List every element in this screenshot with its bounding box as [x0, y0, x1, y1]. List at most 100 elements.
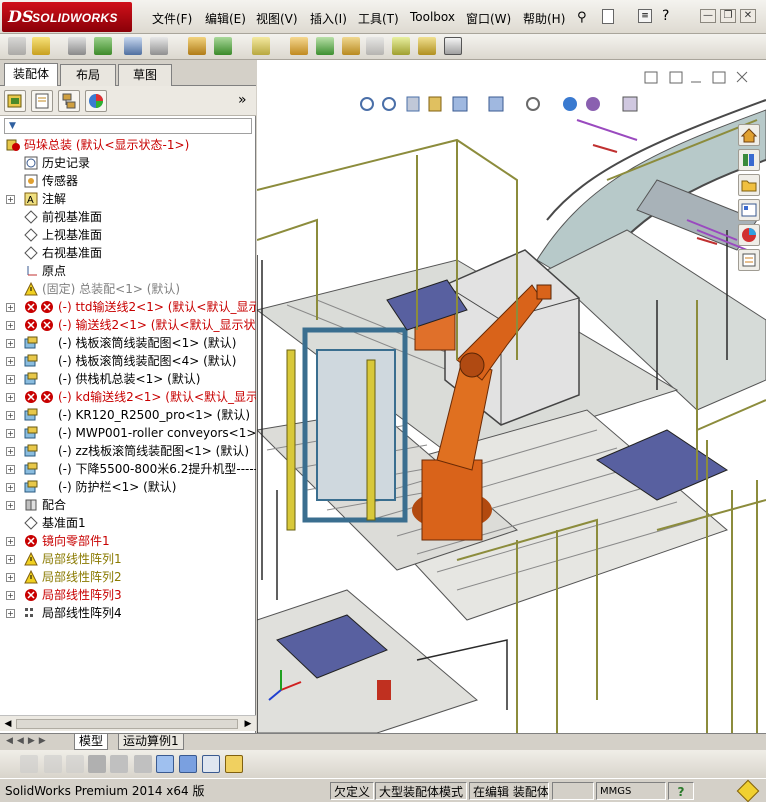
expand-toggle-icon[interactable]: +	[6, 357, 15, 366]
feature-tree-icon[interactable]	[4, 90, 26, 112]
tab-assembly[interactable]: 装配体	[4, 63, 58, 87]
scroll-left-button[interactable]: ◀	[2, 718, 14, 730]
status-units[interactable]: MMGS	[596, 782, 666, 800]
toolbar-icon-4[interactable]	[88, 755, 106, 773]
heads-up-toolbar[interactable]	[360, 96, 638, 112]
tree-item[interactable]: + 局部线性阵列1	[0, 550, 256, 568]
tree-item[interactable]: + 局部线性阵列4	[0, 604, 256, 622]
appearances-icon[interactable]	[738, 224, 760, 246]
tree-item[interactable]: + (-) 输送线2<1> (默认<默认_显示状	[0, 316, 256, 334]
tree-item[interactable]: + 局部线性阵列2	[0, 568, 256, 586]
bill-of-materials-icon[interactable]	[316, 37, 334, 55]
tree-item[interactable]: + (-) MWP001-roller conveyors<1> (默认	[0, 424, 256, 442]
expand-toggle-icon[interactable]: +	[6, 465, 15, 474]
scroll-right-button[interactable]: ▶	[242, 718, 254, 730]
tab-model[interactable]: 模型	[74, 734, 109, 750]
configuration-manager-icon[interactable]	[58, 90, 80, 112]
design-library-icon[interactable]	[738, 149, 760, 171]
expand-toggle-icon[interactable]: +	[6, 447, 15, 456]
expand-toggle-icon[interactable]: +	[6, 483, 15, 492]
tree-item[interactable]: 传感器	[0, 172, 256, 190]
tree-item[interactable]: 码垛总装 (默认<显示状态-1>)	[0, 136, 256, 154]
solidworks-resources-icon[interactable]	[738, 124, 760, 146]
expand-toggle-icon[interactable]: +	[6, 393, 15, 402]
tree-item[interactable]: + (-) 供栈机总装<1> (默认)	[0, 370, 256, 388]
tree-item[interactable]: + (-) zz栈板滚筒线装配图<1> (默认)	[0, 442, 256, 460]
tree-item[interactable]: + (-) 栈板滚筒线装配图<1> (默认)	[0, 334, 256, 352]
menu-file[interactable]: 文件(F)	[152, 10, 192, 27]
smart-fasteners-icon[interactable]	[124, 37, 142, 55]
expand-toggle-icon[interactable]: +	[6, 375, 15, 384]
reference-geometry-icon[interactable]	[252, 37, 270, 55]
interference-detection-icon[interactable]	[392, 37, 410, 55]
menu-toolbox[interactable]: Toolbox	[410, 10, 455, 24]
tree-item[interactable]: + A 注解	[0, 190, 256, 208]
expand-toggle-icon[interactable]: +	[6, 429, 15, 438]
file-explorer-icon[interactable]	[738, 174, 760, 196]
tree-item[interactable]: + (-) KR120_R2500_pro<1> (默认)	[0, 406, 256, 424]
expand-toggle-icon[interactable]: +	[6, 411, 15, 420]
menu-tools[interactable]: 工具(T)	[358, 10, 399, 27]
toolbar-icon-9[interactable]	[202, 755, 220, 773]
insert-component-icon[interactable]	[32, 37, 50, 55]
tree-item[interactable]: + (-) 下降5500-800米6.2提升机型-------	[0, 460, 256, 478]
toolbar-icon-2[interactable]	[44, 755, 62, 773]
status-tag-icon[interactable]	[736, 779, 760, 802]
tree-item[interactable]: + (-) ttd输送线2<1> (默认<默认_显示	[0, 298, 256, 316]
new-motion-study-icon[interactable]	[290, 37, 308, 55]
expand-toggle-icon[interactable]: +	[6, 303, 15, 312]
show-hidden-icon[interactable]	[188, 37, 206, 55]
tree-item[interactable]: + 局部线性阵列3	[0, 586, 256, 604]
expand-toggle-icon[interactable]: +	[6, 321, 15, 330]
tree-item[interactable]: + (-) 栈板滚筒线装配图<4> (默认)	[0, 352, 256, 370]
menu-help[interactable]: 帮助(H)	[523, 10, 565, 27]
menu-insert[interactable]: 插入(I)	[310, 10, 347, 27]
toolbar-icon-10[interactable]	[225, 755, 243, 773]
move-component-icon[interactable]	[150, 37, 168, 55]
tree-item[interactable]: 右视基准面	[0, 244, 256, 262]
expand-toggle-icon[interactable]: +	[6, 537, 15, 546]
clearance-verification-icon[interactable]	[418, 37, 436, 55]
tree-item[interactable]: + (-) kd输送线2<1> (默认<默认_显示	[0, 388, 256, 406]
menu-window[interactable]: 窗口(W)	[466, 10, 511, 27]
assembly-icon[interactable]	[8, 37, 26, 55]
custom-properties-icon[interactable]	[738, 249, 760, 271]
toolbar-icon-5[interactable]	[110, 755, 128, 773]
toolbar-icon-6[interactable]	[134, 755, 152, 773]
feature-filter-input[interactable]: ▼	[4, 118, 252, 134]
tab-motion-study-1[interactable]: 运动算例1	[118, 734, 184, 750]
toolbar-icon-7[interactable]	[156, 755, 174, 773]
explode-line-sketch-icon[interactable]	[366, 37, 384, 55]
display-manager-icon[interactable]	[85, 90, 107, 112]
menu-edit[interactable]: 编辑(E)	[205, 10, 246, 27]
property-manager-icon[interactable]	[31, 90, 53, 112]
tree-item[interactable]: (固定) 总装配<1> (默认)	[0, 280, 256, 298]
tree-item[interactable]: 原点	[0, 262, 256, 280]
status-help-icon[interactable]: ?	[668, 782, 694, 800]
pin-icon[interactable]: ⚲	[577, 10, 587, 25]
scroll-thumb[interactable]	[16, 719, 238, 729]
assembly-features-icon[interactable]	[214, 37, 232, 55]
expand-toggle-icon[interactable]: +	[6, 591, 15, 600]
tree-item[interactable]: + 镜向零部件1	[0, 532, 256, 550]
search-commands-icon[interactable]: ≡	[638, 9, 652, 23]
tree-item[interactable]: 历史记录	[0, 154, 256, 172]
expand-toggle-icon[interactable]: +	[6, 609, 15, 618]
tab-sketch[interactable]: 草图	[118, 64, 172, 86]
expand-toggle-icon[interactable]: +	[6, 339, 15, 348]
tree-item[interactable]: 基准面1	[0, 514, 256, 532]
help-icon[interactable]: ?	[662, 8, 669, 24]
expand-panel-icon[interactable]: »	[238, 92, 247, 108]
tree-item[interactable]: + 配合	[0, 496, 256, 514]
toolbar-icon-1[interactable]	[20, 755, 38, 773]
close-button[interactable]: ✕	[740, 9, 756, 23]
toolbar-icon-3[interactable]	[66, 755, 84, 773]
expand-toggle-icon[interactable]: +	[6, 195, 15, 204]
tab-layout[interactable]: 布局	[60, 64, 116, 86]
tree-item[interactable]: + (-) 防护栏<1> (默认)	[0, 478, 256, 496]
restore-button[interactable]: ❐	[720, 9, 736, 23]
tree-item[interactable]: 上视基准面	[0, 226, 256, 244]
graphics-viewport[interactable]	[257, 60, 766, 733]
tree-item[interactable]: 前视基准面	[0, 208, 256, 226]
new-document-icon[interactable]	[602, 9, 614, 24]
